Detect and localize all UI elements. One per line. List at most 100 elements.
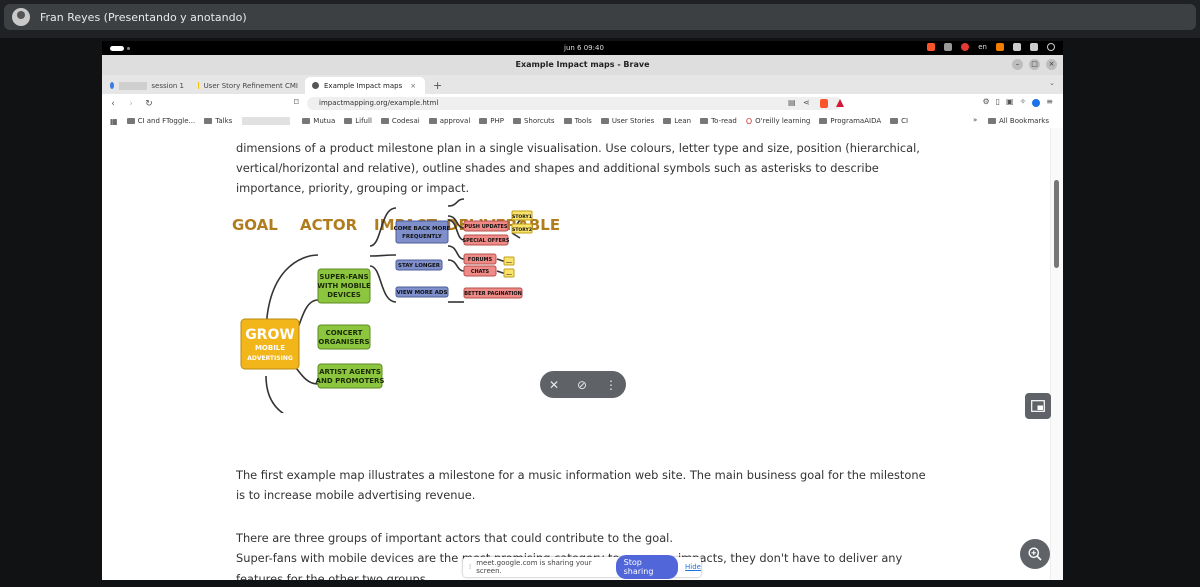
svg-text:CONCERT: CONCERT <box>326 329 363 337</box>
bookmark-item[interactable]: Lifull <box>344 117 372 125</box>
os-tray: en <box>927 43 1055 51</box>
speaker-off-icon[interactable]: ⊘ <box>577 378 587 392</box>
forward-icon[interactable]: › <box>124 99 138 109</box>
tab-close-icon[interactable]: × <box>410 82 416 90</box>
wallet-icon[interactable]: ▣ <box>1006 97 1014 107</box>
scrollbar-thumb[interactable] <box>1054 180 1059 268</box>
window-titlebar: Example Impact maps - Brave – □ × <box>102 55 1063 75</box>
maximize-icon[interactable]: □ <box>1029 59 1040 70</box>
page-content: dimensions of a product milestone plan i… <box>102 128 1051 580</box>
menu-icon[interactable]: ≡ <box>1046 97 1053 107</box>
folder-icon <box>380 118 389 124</box>
apps-grid-icon[interactable]: ▦ <box>110 117 118 126</box>
stop-sharing-button[interactable]: Stop sharing <box>615 555 679 579</box>
svg-text:STAY LONGER: STAY LONGER <box>398 263 441 269</box>
brave-rewards-icon[interactable] <box>836 99 844 107</box>
folder-icon <box>988 118 996 124</box>
reader-mode-icon[interactable]: ▤ <box>788 98 796 107</box>
mic-off-tray-icon[interactable] <box>944 43 953 51</box>
reload-icon[interactable]: ↻ <box>142 99 156 109</box>
all-bookmarks-button[interactable]: All Bookmarks <box>988 117 1049 125</box>
svg-text:SPECIAL OFFERS: SPECIAL OFFERS <box>463 238 510 244</box>
bookmark-item[interactable]: CI <box>890 117 908 125</box>
folder-icon <box>479 118 488 124</box>
deliverable-forums: FORUMS <box>463 253 497 265</box>
bookmark-item[interactable]: approval <box>428 117 470 125</box>
bookmark-item[interactable]: Codesai <box>380 117 420 125</box>
impact-map-favicon-icon <box>312 82 319 89</box>
bookmark-item[interactable]: CI and FToggle... <box>126 117 195 125</box>
svg-text:FORUMS: FORUMS <box>468 257 493 263</box>
meet-annotation-overlay: ✕ ⊘ ⋮ <box>540 371 626 398</box>
bookmark-item[interactable]: User Stories <box>600 117 654 125</box>
more-bookmarks-button[interactable]: » <box>973 116 977 124</box>
zoom-button[interactable] <box>1020 539 1050 569</box>
goal-node: GROW MOBILE ADVERTISING <box>240 318 300 370</box>
bookmark-icon[interactable]: ⌑ <box>294 98 299 108</box>
tab-session[interactable]: session 1 <box>102 77 191 94</box>
minimize-icon[interactable]: – <box>1012 59 1023 70</box>
bookmark-item[interactable]: Mutua <box>302 117 335 125</box>
svg-text:VIEW MORE ADS: VIEW MORE ADS <box>397 290 448 296</box>
mic-tray-icon[interactable] <box>996 43 1004 51</box>
tab-label: session 1 <box>151 81 184 90</box>
extensions-icon[interactable]: ⚙ <box>982 97 989 107</box>
power-icon[interactable] <box>1047 43 1055 51</box>
screen-share-bar: ⁞ meet.google.com is sharing your screen… <box>463 555 701 579</box>
meet-top-area: Fran Reyes (Presentando y anotando) <box>0 0 1200 38</box>
svg-text:CHATS: CHATS <box>471 269 490 275</box>
redacted-text <box>119 81 148 90</box>
svg-text:FREQUENTLY: FREQUENTLY <box>402 234 443 240</box>
network-icon[interactable] <box>1013 43 1021 51</box>
volume-icon[interactable] <box>1030 43 1038 51</box>
bookmark-item[interactable]: Talks <box>204 117 232 125</box>
bookmark-item[interactable]: Shorcuts <box>512 117 555 125</box>
tab-example-impact-maps[interactable]: Example Impact maps × <box>305 77 425 94</box>
bookmark-item[interactable]: PHP <box>479 117 504 125</box>
folder-icon <box>512 118 521 124</box>
tab-list-chevron-down-icon[interactable]: ⌄ <box>1049 79 1055 87</box>
tab-user-story[interactable]: User Story Refinement CMI <box>191 77 305 94</box>
bookmark-item[interactable]: Tools <box>563 117 592 125</box>
sidebar-icon[interactable]: ▯ <box>996 97 1000 107</box>
bookmark-item[interactable]: To-read <box>700 117 737 125</box>
story-ellipsis-forums: ... <box>503 256 515 266</box>
share-icon[interactable]: ⋖ <box>803 98 810 107</box>
svg-text:PUSH UPDATES: PUSH UPDATES <box>464 224 507 230</box>
record-tray-icon[interactable] <box>961 43 970 51</box>
connector <box>447 245 465 260</box>
svg-text:GROW: GROW <box>245 327 295 343</box>
presenter-avatar <box>12 8 30 26</box>
picture-in-picture-button[interactable] <box>1025 393 1051 419</box>
page-scrollbar[interactable] <box>1050 128 1063 580</box>
presenter-bar: Fran Reyes (Presentando y anotando) <box>4 4 1196 30</box>
bookmark-item[interactable]: O O'reilly learning <box>746 117 811 126</box>
hide-button[interactable]: Hide <box>685 563 701 571</box>
folder-icon <box>126 118 135 124</box>
svg-text:STORY1: STORY1 <box>512 214 532 220</box>
workspace-dot[interactable] <box>127 46 130 50</box>
bookmark-item[interactable]: ProgramaAIDA <box>819 117 881 125</box>
more-options-icon[interactable]: ⋮ <box>605 378 617 392</box>
url-bar[interactable]: impactmapping.org/example.html <box>307 97 842 110</box>
svg-text:...: ... <box>506 259 512 265</box>
svg-text:WITH MOBILE: WITH MOBILE <box>317 282 371 290</box>
brave-shields-icon[interactable] <box>820 99 828 108</box>
workspace-indicator[interactable] <box>110 45 124 51</box>
back-icon[interactable]: ‹ <box>106 99 120 109</box>
paragraph-actors-continued: impacts, they don't have to deliver any <box>678 551 903 565</box>
os-clock[interactable]: jun 6 09:40 <box>564 44 604 52</box>
vpn-icon[interactable] <box>1032 99 1041 107</box>
new-tab-button[interactable]: + <box>425 77 450 94</box>
drag-handle-icon[interactable]: ⁞ <box>469 563 471 571</box>
mic-off-icon[interactable]: ✕ <box>549 378 559 392</box>
close-icon[interactable]: × <box>1046 59 1057 70</box>
bookmark-item[interactable]: Lean <box>663 117 691 125</box>
brave-tray-icon[interactable] <box>927 43 936 51</box>
sharing-message: meet.google.com is sharing your screen. <box>476 559 592 575</box>
leo-icon[interactable]: ✧ <box>1020 97 1027 107</box>
header-actor: ACTOR <box>300 216 358 234</box>
language-indicator[interactable]: en <box>978 43 987 51</box>
zoom-in-icon <box>1028 547 1042 561</box>
connector <box>447 259 465 272</box>
